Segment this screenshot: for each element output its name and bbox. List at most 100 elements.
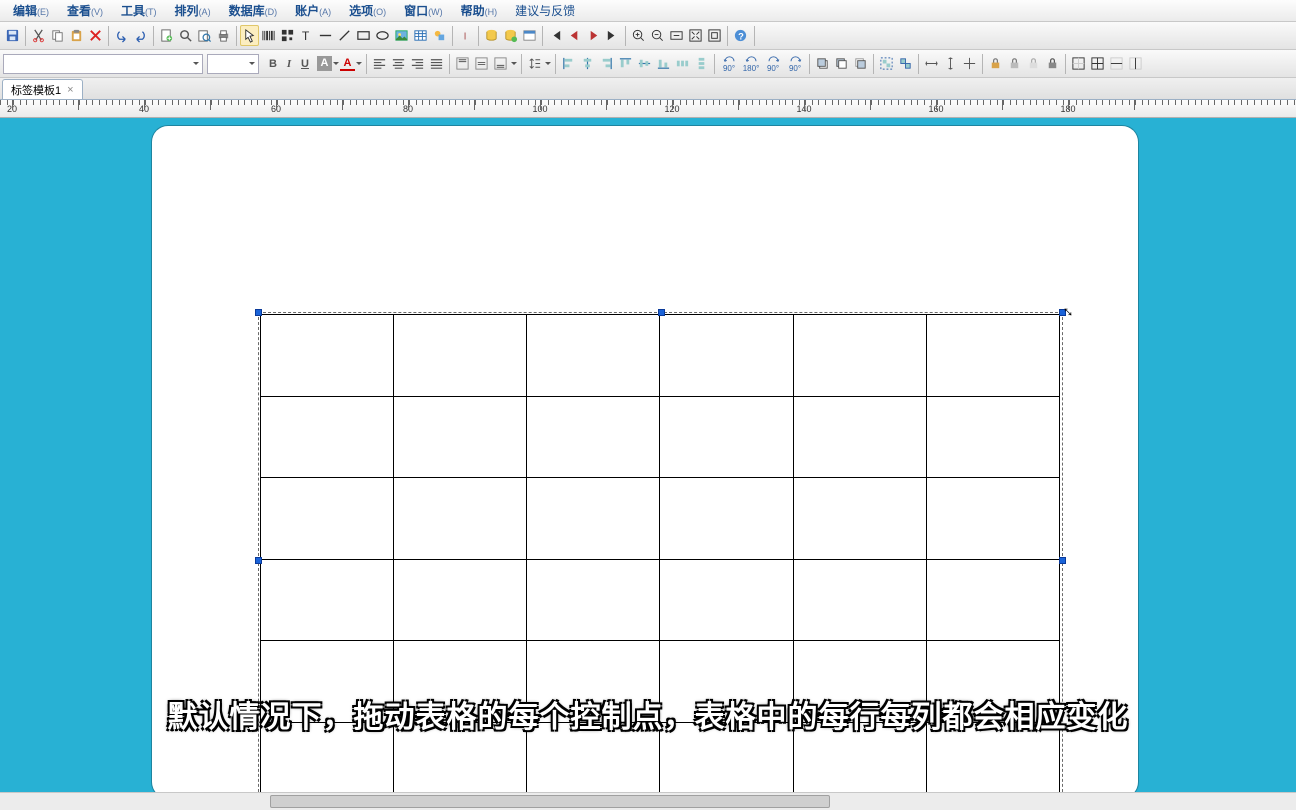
valign-mid-icon[interactable] — [472, 53, 491, 74]
dist-v-icon[interactable] — [692, 53, 711, 74]
front-icon[interactable] — [813, 53, 832, 74]
group-icon[interactable] — [877, 53, 896, 74]
fgcolor-drop[interactable] — [355, 59, 363, 68]
obj-align-c-icon[interactable] — [578, 53, 597, 74]
table-cell[interactable] — [527, 722, 660, 792]
table-cell[interactable] — [793, 478, 926, 560]
ellipse-icon[interactable] — [373, 25, 392, 46]
rotate-3-icon[interactable]: 90° — [762, 53, 784, 74]
bgcolor-button[interactable]: A — [317, 56, 332, 71]
menu-feedback[interactable]: 建议与反馈 — [506, 0, 584, 21]
obj-align-l-icon[interactable] — [559, 53, 578, 74]
preview-icon[interactable] — [195, 25, 214, 46]
table-cell[interactable] — [793, 315, 926, 397]
rotate-1-icon[interactable]: 90° — [718, 53, 740, 74]
table-icon[interactable] — [411, 25, 430, 46]
table-cell[interactable] — [793, 722, 926, 792]
next-icon[interactable] — [584, 25, 603, 46]
align-left-icon[interactable] — [370, 53, 389, 74]
border3-icon[interactable] — [1107, 53, 1126, 74]
menu-arrange[interactable]: 排列(A) — [166, 0, 220, 21]
handle-top-right[interactable] — [1059, 309, 1066, 316]
table-cell[interactable] — [527, 315, 660, 397]
table-cell[interactable] — [394, 722, 527, 792]
lock4-icon[interactable] — [1043, 53, 1062, 74]
db2-icon[interactable] — [501, 25, 520, 46]
table-cell[interactable] — [261, 478, 394, 560]
print-icon[interactable] — [214, 25, 233, 46]
table-cell[interactable] — [793, 396, 926, 478]
valign-drop[interactable] — [510, 59, 518, 68]
obj-align-r-icon[interactable] — [597, 53, 616, 74]
dist-h-icon[interactable] — [673, 53, 692, 74]
copy-icon[interactable] — [48, 25, 67, 46]
obj-align-t-icon[interactable] — [616, 53, 635, 74]
scrollbar-thumb[interactable] — [270, 795, 830, 808]
rect-icon[interactable] — [354, 25, 373, 46]
table-cell[interactable] — [926, 396, 1059, 478]
align-right-icon[interactable] — [408, 53, 427, 74]
table-cell[interactable] — [660, 478, 793, 560]
sizew-icon[interactable] — [922, 53, 941, 74]
image-icon[interactable] — [392, 25, 411, 46]
border2-icon[interactable] — [1088, 53, 1107, 74]
text-icon[interactable]: T — [297, 25, 316, 46]
table-cell[interactable] — [926, 478, 1059, 560]
rotate-2-icon[interactable]: 180° — [740, 53, 762, 74]
handle-mid-left[interactable] — [255, 557, 262, 564]
zoomall-icon[interactable] — [686, 25, 705, 46]
newdoc-icon[interactable] — [157, 25, 176, 46]
valign-top-icon[interactable] — [453, 53, 472, 74]
scrollbar-horizontal[interactable] — [0, 792, 1296, 810]
ungroup-icon[interactable] — [896, 53, 915, 74]
var-icon[interactable]: I — [456, 25, 475, 46]
db1-icon[interactable] — [482, 25, 501, 46]
menu-view[interactable]: 查看(V) — [58, 0, 112, 21]
qr-icon[interactable] — [278, 25, 297, 46]
handle-mid-right[interactable] — [1059, 557, 1066, 564]
table-cell[interactable] — [660, 315, 793, 397]
forward-icon[interactable] — [851, 53, 870, 74]
barcode-icon[interactable] — [259, 25, 278, 46]
linespace-icon[interactable] — [525, 53, 544, 74]
table-cell[interactable] — [660, 396, 793, 478]
db3-icon[interactable] — [520, 25, 539, 46]
table-cell[interactable] — [394, 315, 527, 397]
lock3-icon[interactable] — [1024, 53, 1043, 74]
fontsize-combo[interactable] — [207, 54, 259, 74]
tab-close-icon[interactable]: × — [67, 84, 73, 96]
valign-bot-icon[interactable] — [491, 53, 510, 74]
table-cell[interactable] — [926, 315, 1059, 397]
menu-tool[interactable]: 工具(T) — [112, 0, 166, 21]
obj-align-b-icon[interactable] — [654, 53, 673, 74]
table-object[interactable] — [260, 314, 1060, 792]
handle-top-mid[interactable] — [658, 309, 665, 316]
cut-icon[interactable] — [29, 25, 48, 46]
align-justify-icon[interactable] — [427, 53, 446, 74]
fgcolor-button[interactable]: A — [340, 57, 355, 71]
paste-icon[interactable] — [67, 25, 86, 46]
linespace-drop[interactable] — [544, 59, 552, 68]
border4-icon[interactable] — [1126, 53, 1145, 74]
menu-help[interactable]: 帮助(H) — [452, 0, 507, 21]
pointer-icon[interactable] — [240, 25, 259, 46]
last-icon[interactable] — [603, 25, 622, 46]
table-cell[interactable] — [926, 559, 1059, 641]
table-cell[interactable] — [527, 559, 660, 641]
table-cell[interactable] — [261, 559, 394, 641]
diag-icon[interactable] — [335, 25, 354, 46]
rotate-4-icon[interactable]: 90° — [784, 53, 806, 74]
help-icon[interactable]: ? — [731, 25, 750, 46]
obj-align-m-icon[interactable] — [635, 53, 654, 74]
save-icon[interactable] — [3, 25, 22, 46]
menu-window[interactable]: 窗口(W) — [395, 0, 452, 21]
first-icon[interactable] — [546, 25, 565, 46]
table-cell[interactable] — [527, 478, 660, 560]
shape-icon[interactable] — [430, 25, 449, 46]
handle-top-left[interactable] — [255, 309, 262, 316]
back-icon[interactable] — [832, 53, 851, 74]
table-cell[interactable] — [261, 722, 394, 792]
table-cell[interactable] — [926, 641, 1059, 723]
lock-icon[interactable] — [986, 53, 1005, 74]
document-tab[interactable]: 标签模板1 × — [2, 79, 83, 99]
